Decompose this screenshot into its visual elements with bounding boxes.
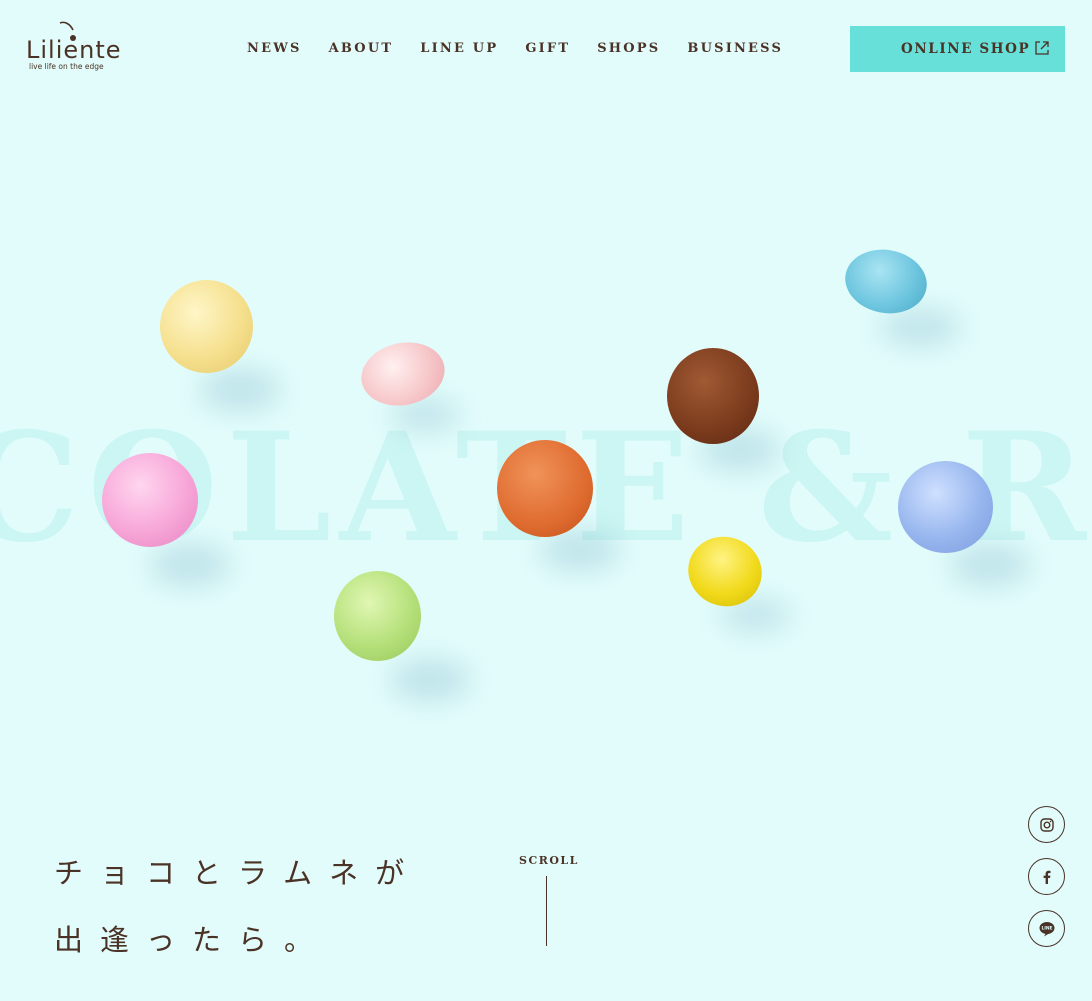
nav-business[interactable]: BUSINESS (687, 41, 783, 56)
page: Liliente live life on the edge NEWS ABOU… (0, 0, 1092, 1001)
svg-text:LINE: LINE (1041, 925, 1052, 931)
instagram-icon (1039, 817, 1054, 832)
online-shop-button[interactable]: ONLINE SHOP (850, 26, 1065, 72)
brand-name: Liliente (26, 36, 122, 64)
orange-candy (497, 440, 593, 537)
catch-line-1: チョコとラムネが (54, 856, 422, 890)
main-nav: NEWS ABOUT LINE UP GIFT SHOPS BUSINESS (247, 41, 783, 56)
facebook-icon (1043, 870, 1050, 884)
catch-line-2: 出逢ったら。 (54, 923, 331, 957)
online-shop-label: ONLINE SHOP (901, 41, 1031, 57)
line-icon: LINE (1039, 921, 1054, 936)
nav-line-up[interactable]: LINE UP (420, 41, 498, 56)
pink-candy (102, 453, 198, 547)
cocoa-candy (667, 348, 759, 444)
brand-tagline: live life on the edge (29, 62, 104, 71)
external-link-icon (1035, 41, 1049, 55)
scroll-indicator[interactable]: SCROLL (519, 849, 579, 946)
line-button[interactable]: LINE (1028, 910, 1065, 947)
scroll-label: SCROLL (519, 854, 579, 867)
green-candy (334, 571, 421, 661)
yellow-candy (160, 280, 253, 373)
nav-about[interactable]: ABOUT (329, 41, 394, 56)
hero-catchphrase: チョコとラムネが 出逢ったら。 (54, 840, 421, 974)
nav-gift[interactable]: GIFT (525, 41, 570, 56)
scroll-line (546, 876, 547, 946)
blue-oval-candy (840, 243, 932, 320)
periwinkle-candy (898, 461, 993, 553)
brand-logo[interactable]: Liliente live life on the edge (26, 20, 136, 72)
nav-shops[interactable]: SHOPS (597, 41, 660, 56)
nav-news[interactable]: NEWS (247, 41, 302, 56)
facebook-button[interactable] (1028, 858, 1065, 895)
instagram-button[interactable] (1028, 806, 1065, 843)
